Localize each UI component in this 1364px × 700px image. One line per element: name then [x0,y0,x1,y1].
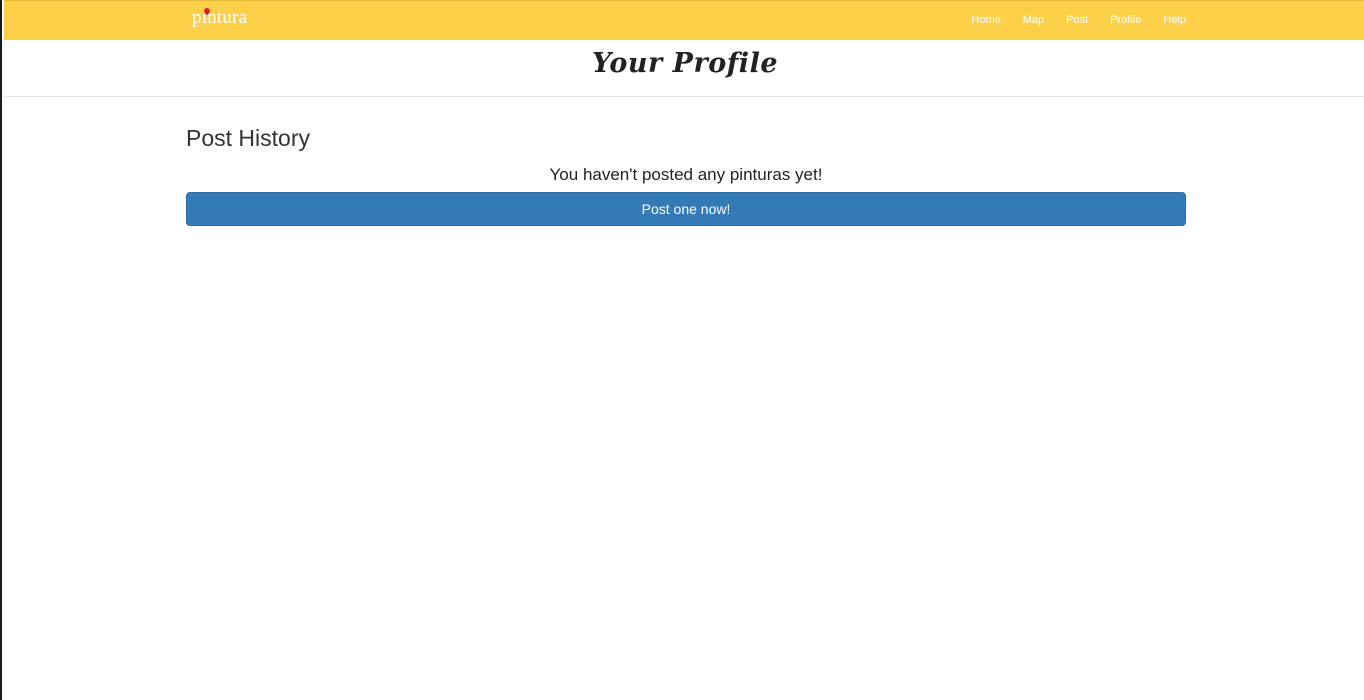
nav-menu: Home Map Post Profile Help [949,14,1186,26]
browser-viewport: pintura Home Map Post Profile Help Your … [0,0,1364,700]
post-history-heading: Post History [186,125,310,151]
post-one-now-button[interactable]: Post one now! [186,192,1186,226]
nav-item-home[interactable]: Home [971,14,1000,26]
page-title: Your Profile [591,48,779,79]
nav-item-map[interactable]: Map [1023,14,1044,26]
nav-item-profile[interactable]: Profile [1110,14,1141,26]
nav-item-post[interactable]: Post [1066,14,1088,26]
page-header: Your Profile [4,40,1364,97]
empty-state-message: You haven't posted any pinturas yet! [549,165,823,184]
main-content: Post History You haven't posted any pint… [186,122,1186,226]
nav-item-help[interactable]: Help [1163,14,1186,26]
brand-logo-link[interactable]: pintura [192,7,247,29]
top-navbar: pintura Home Map Post Profile Help [4,0,1364,40]
